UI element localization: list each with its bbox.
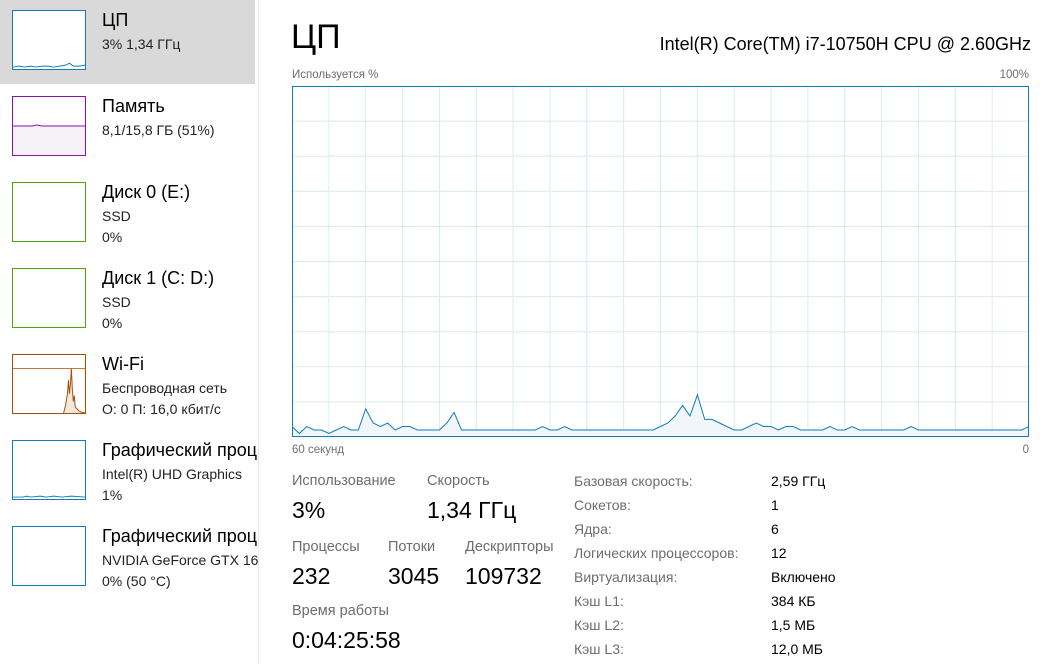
sidebar-item-title: Диск 0 (E:) — [102, 182, 191, 202]
spec-value: Включено — [771, 569, 836, 585]
spec-value: 2,59 ГГц — [771, 473, 826, 489]
spec-label: Виртуализация: — [574, 569, 678, 585]
sidebar-item-disk-1[interactable]: Диск 1 (C: D:) SSD 0% — [0, 258, 258, 342]
sidebar-item-subtitle: Беспроводная сеть — [102, 380, 228, 396]
speed-value: 1,34 ГГц — [427, 497, 517, 523]
processes-value: 232 — [292, 563, 331, 589]
handles-value: 109732 — [465, 563, 542, 589]
threads-label: Потоки — [388, 539, 436, 555]
sidebar-item-subtitle: SSD — [102, 208, 131, 224]
page-title: ЦП — [291, 18, 341, 56]
disk-1-thumbnail — [12, 268, 86, 328]
cpu-model-name: Intel(R) Core(TM) i7-10750H CPU @ 2.60GH… — [659, 34, 1031, 54]
sidebar-item-value: 0% (50 °C) — [102, 573, 171, 589]
spec-label: Кэш L3: — [574, 641, 624, 657]
sidebar-item-memory[interactable]: Память 8,1/15,8 ГБ (51%) — [0, 86, 258, 170]
sidebar-item-wifi[interactable]: Wi-Fi Беспроводная сеть О: 0 П: 16,0 кби… — [0, 344, 258, 428]
spec-value: 12,0 МБ — [771, 641, 823, 657]
sidebar-item-disk-0[interactable]: Диск 0 (E:) SSD 0% — [0, 172, 258, 256]
graph-x-left-label: 60 секунд — [292, 444, 345, 456]
processes-label: Процессы — [292, 539, 360, 555]
sidebar-item-value: О: 0 П: 16,0 кбит/с — [102, 401, 221, 417]
sidebar-item-title: Wi-Fi — [102, 354, 144, 374]
sidebar-item-cpu[interactable]: ЦП 3% 1,34 ГГц — [0, 0, 255, 84]
sidebar-item-value: 0% — [102, 229, 123, 245]
sidebar: ЦП 3% 1,34 ГГц Память 8,1/15,8 ГБ (51%) … — [0, 0, 258, 664]
sidebar-item-subtitle: SSD — [102, 294, 131, 310]
spec-label: Сокетов: — [574, 497, 631, 513]
sidebar-item-title: Диск 1 (C: D:) — [102, 268, 215, 288]
spec-value: 1,5 МБ — [771, 617, 816, 633]
spec-label: Кэш L2: — [574, 617, 624, 633]
cpu-usage-graph-svg — [292, 86, 1029, 437]
graph-y-axis-label: Используется % — [292, 69, 379, 81]
uptime-label: Время работы — [292, 603, 389, 619]
spec-label: Логических процессоров: — [574, 545, 739, 561]
cpu-thumbnail — [12, 10, 86, 70]
sidebar-item-value: 0% — [102, 315, 123, 331]
usage-value: 3% — [292, 497, 326, 523]
cpu-usage-graph — [292, 86, 1029, 437]
gpu-1-thumbnail — [12, 526, 86, 586]
handles-label: Дескрипторы — [465, 539, 554, 555]
sidebar-item-gpu-1[interactable]: Графический проц NVIDIA GeForce GTX 16 0… — [0, 516, 258, 600]
memory-thumbnail — [12, 96, 86, 156]
spec-label: Кэш L1: — [574, 593, 624, 609]
disk-0-thumbnail — [12, 182, 86, 242]
sidebar-item-subtitle: 8,1/15,8 ГБ (51%) — [102, 122, 215, 138]
cpu-performance-panel: ЦП Intel(R) Core(TM) i7-10750H CPU @ 2.6… — [259, 0, 1053, 664]
sidebar-item-title: Графический проц — [102, 440, 258, 460]
sidebar-item-value: 1% — [102, 487, 123, 503]
sidebar-item-subtitle: Intel(R) UHD Graphics — [102, 466, 243, 482]
spec-label: Ядра: — [574, 521, 612, 537]
sidebar-item-gpu-0[interactable]: Графический проц Intel(R) UHD Graphics 1… — [0, 430, 258, 514]
spec-value: 384 КБ — [771, 593, 816, 609]
sidebar-item-title: ЦП — [102, 10, 129, 30]
spec-value: 12 — [771, 545, 787, 561]
speed-label: Скорость — [427, 473, 490, 489]
spec-label: Базовая скорость: — [574, 473, 693, 489]
graph-x-right-label: 0 — [1022, 444, 1029, 456]
threads-value: 3045 — [388, 563, 440, 589]
sidebar-item-title: Графический проц — [102, 526, 258, 546]
spec-value: 1 — [771, 497, 779, 513]
wifi-thumbnail — [12, 354, 86, 414]
spec-value: 6 — [771, 521, 779, 537]
uptime-value: 0:04:25:58 — [292, 627, 401, 653]
sidebar-item-title: Память — [102, 96, 165, 116]
gpu-0-thumbnail — [12, 440, 86, 500]
sidebar-item-subtitle: NVIDIA GeForce GTX 16 — [102, 552, 258, 568]
sidebar-item-subtitle: 3% 1,34 ГГц — [102, 36, 181, 52]
graph-y-max-label: 100% — [999, 69, 1029, 81]
usage-label: Использование — [292, 473, 396, 489]
